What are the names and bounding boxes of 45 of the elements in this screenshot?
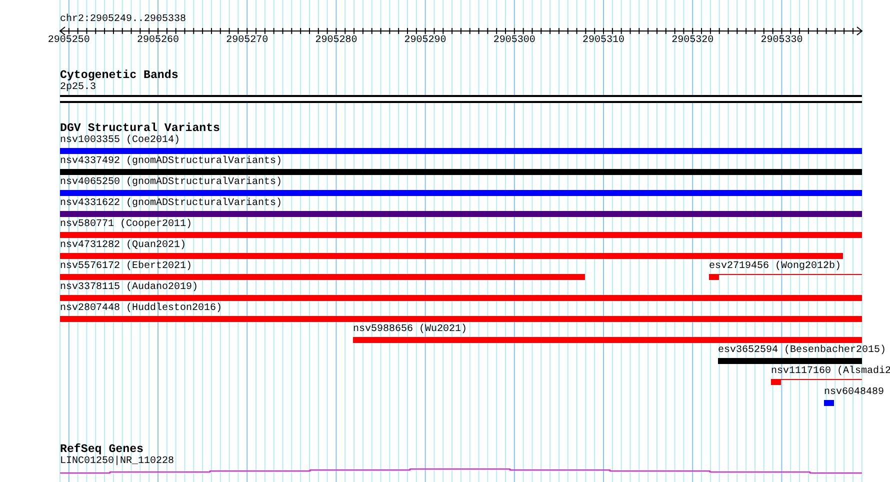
variant-label: nsv4731282 (Quan2021) — [60, 240, 186, 252]
variant-label: nsv5988656 (Wu2021) — [353, 324, 468, 336]
variant-bar[interactable] — [60, 211, 862, 217]
variant-bar[interactable] — [60, 253, 843, 259]
variant-bar[interactable] — [771, 379, 781, 385]
variant-label: nsv6048489 — [824, 387, 884, 399]
variant-label: nsv580771 (Cooper2011) — [60, 219, 192, 231]
variant-label: esv3652594 (Besenbacher2015) — [718, 345, 886, 357]
variant-bar[interactable] — [60, 274, 585, 280]
tick-label: 2905330 — [760, 35, 803, 47]
tick-label: 2905300 — [493, 35, 536, 47]
variant-label: nsv2807448 (Huddleston2016) — [60, 303, 222, 315]
variant-label: nsv4331622 (gnomADStructuralVariants) — [60, 198, 282, 210]
variant-bar[interactable] — [60, 148, 862, 154]
tick-label: 2905320 — [672, 35, 714, 47]
location-label: chr2:2905249..2905338 — [60, 14, 188, 26]
gene-label: LINC01250|NR_110228 — [60, 456, 174, 468]
variant-label: nsv4337492 (gnomADStructuralVariants) — [60, 156, 282, 168]
variant-bar[interactable] — [60, 295, 862, 301]
variant-bar[interactable] — [60, 232, 862, 238]
variant-label: nsv4065250 (gnomADStructuralVariants) — [60, 177, 282, 189]
band-label: 2p25.3 — [60, 82, 96, 94]
tick-label: 2905280 — [315, 35, 358, 47]
variant-bar[interactable] — [60, 316, 862, 322]
variant-bar[interactable] — [353, 337, 862, 343]
variant-label: esv2719456 (Wong2012b) — [709, 261, 842, 273]
track-title: Cytogenetic Bands — [60, 70, 180, 82]
variant-bar[interactable] — [60, 169, 862, 175]
variant-label: nsv1117160 (Alsmadi2 — [771, 366, 890, 378]
variant-bar[interactable] — [824, 400, 834, 406]
variant-label: nsv3378115 (Audano2019) — [60, 282, 198, 294]
variant-bar[interactable] — [718, 358, 862, 364]
gene-line[interactable] — [60, 468, 862, 474]
track-title: DGV Structural Variants — [60, 123, 222, 135]
variant-label: nsv1003355 (Coe2014) — [60, 135, 180, 147]
variant-label: nsv5576172 (Ebert2021) — [60, 261, 192, 273]
variant-bar[interactable] — [60, 190, 862, 196]
cytoband[interactable] — [60, 95, 862, 103]
variant-bar[interactable] — [709, 274, 719, 280]
tick-label: 2905310 — [582, 35, 624, 47]
tick-label: 2905270 — [226, 35, 268, 47]
track-title: RefSeq Genes — [60, 444, 144, 456]
tick-label: 2905260 — [137, 35, 179, 47]
tick-label: 2905250 — [48, 35, 90, 47]
tick-label: 2905290 — [404, 35, 446, 47]
